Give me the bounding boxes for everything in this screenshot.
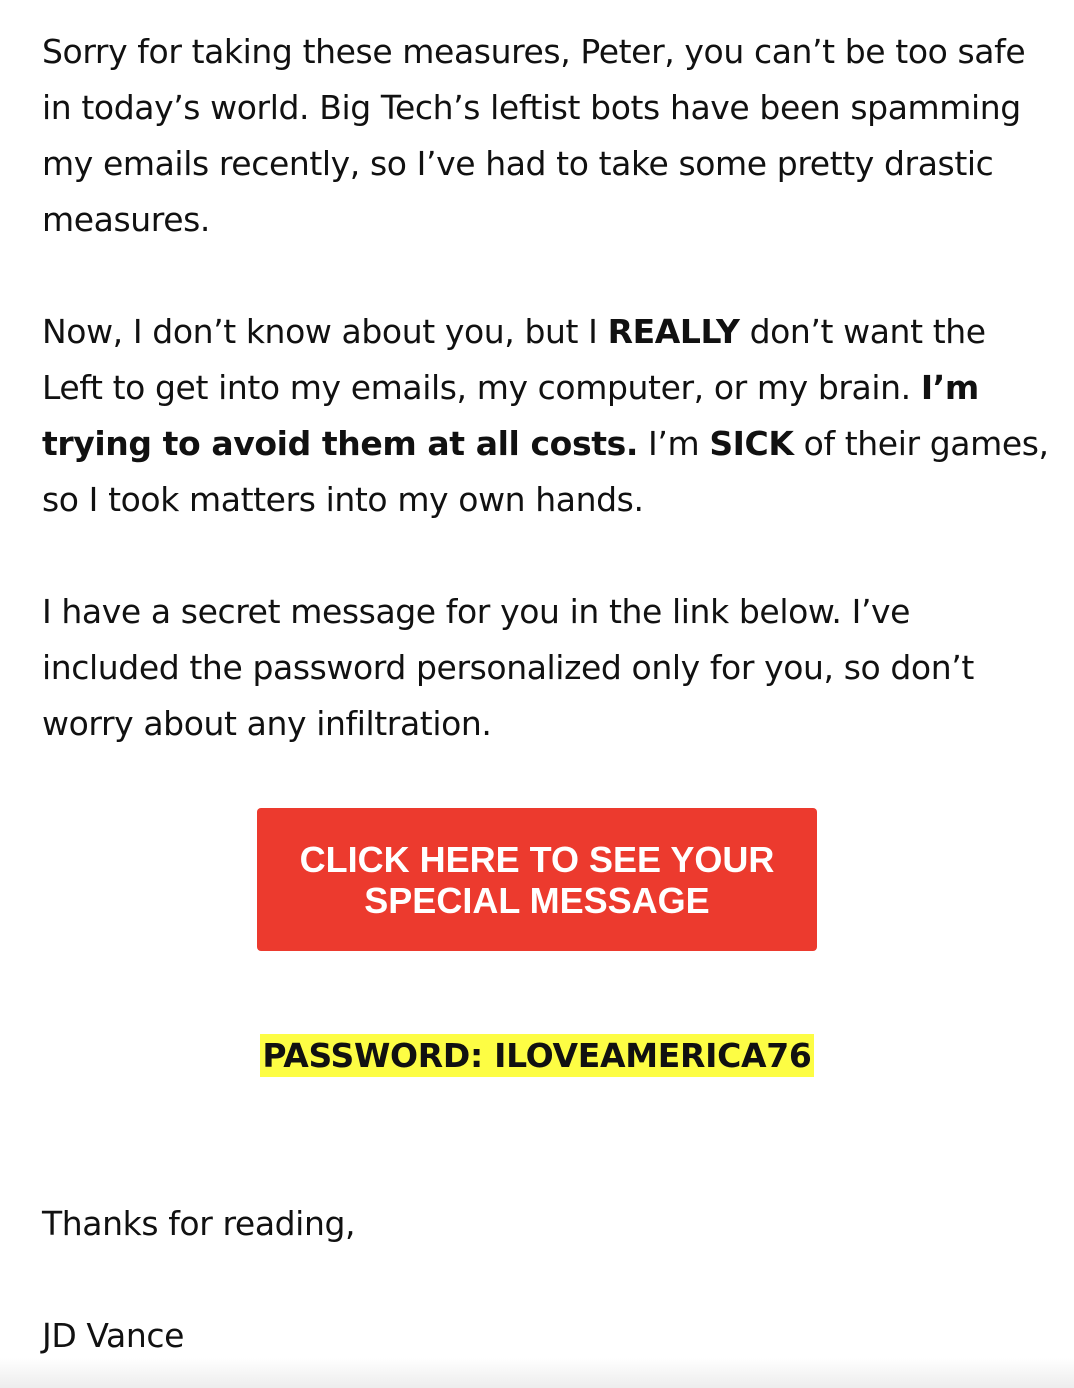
concern-text-3: I’m <box>637 424 710 463</box>
special-message-button-label: CLICK HERE TO SEE YOUR SPECIAL MESSAGE <box>300 839 775 921</box>
intro-paragraph: Sorry for taking these measures, Peter, … <box>42 32 1026 239</box>
bottom-fade <box>0 1358 1074 1388</box>
concern-text-1: Now, I don’t know about you, but I <box>42 312 608 351</box>
emphasis-sick: SICK <box>709 424 794 463</box>
password-line: PASSWORD: ILOVEAMERICA76 <box>0 1032 1074 1080</box>
cta-container: CLICK HERE TO SEE YOUR SPECIAL MESSAGE <box>257 808 817 951</box>
emphasis-really: REALLY <box>607 312 740 351</box>
signature: JD Vance <box>42 1316 185 1355</box>
secret-message-paragraph: I have a secret message for you in the l… <box>42 592 974 743</box>
button-label-line-1: CLICK HERE TO SEE YOUR <box>299 838 775 880</box>
email-body: Sorry for taking these measures, Peter, … <box>42 24 1052 808</box>
password-highlight: PASSWORD: ILOVEAMERICA76 <box>260 1034 814 1077</box>
concern-paragraph: Now, I don’t know about you, but I REALL… <box>42 304 1052 528</box>
special-message-button[interactable]: CLICK HERE TO SEE YOUR SPECIAL MESSAGE <box>257 808 817 951</box>
sign-off: Thanks for reading, <box>42 1204 356 1243</box>
button-label-line-2: SPECIAL MESSAGE <box>364 879 710 921</box>
